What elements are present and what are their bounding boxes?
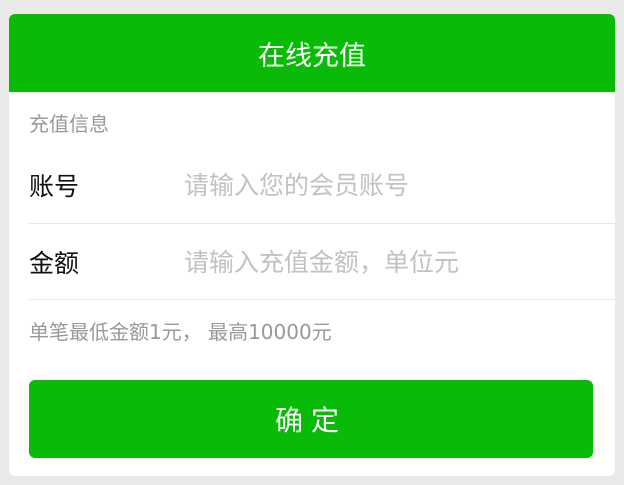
page-header: 在线充值 (9, 14, 615, 92)
account-input[interactable] (184, 170, 594, 200)
section-title: 充值信息 (29, 112, 109, 136)
amount-row: 金额 (29, 225, 615, 299)
amount-label: 金额 (29, 249, 80, 278)
account-label: 账号 (29, 172, 80, 201)
amount-input[interactable] (184, 247, 594, 277)
confirm-button[interactable]: 确定 (29, 380, 593, 458)
account-row: 账号 (29, 148, 615, 222)
divider (29, 299, 615, 300)
amount-limit-tip: 单笔最低金额1元， 最高10000元 (29, 320, 332, 344)
recharge-card: 在线充值 充值信息 账号 金额 单笔最低金额1元， 最高10000元 确定 (9, 14, 615, 476)
divider (29, 223, 615, 224)
page-title: 在线充值 (258, 40, 366, 72)
